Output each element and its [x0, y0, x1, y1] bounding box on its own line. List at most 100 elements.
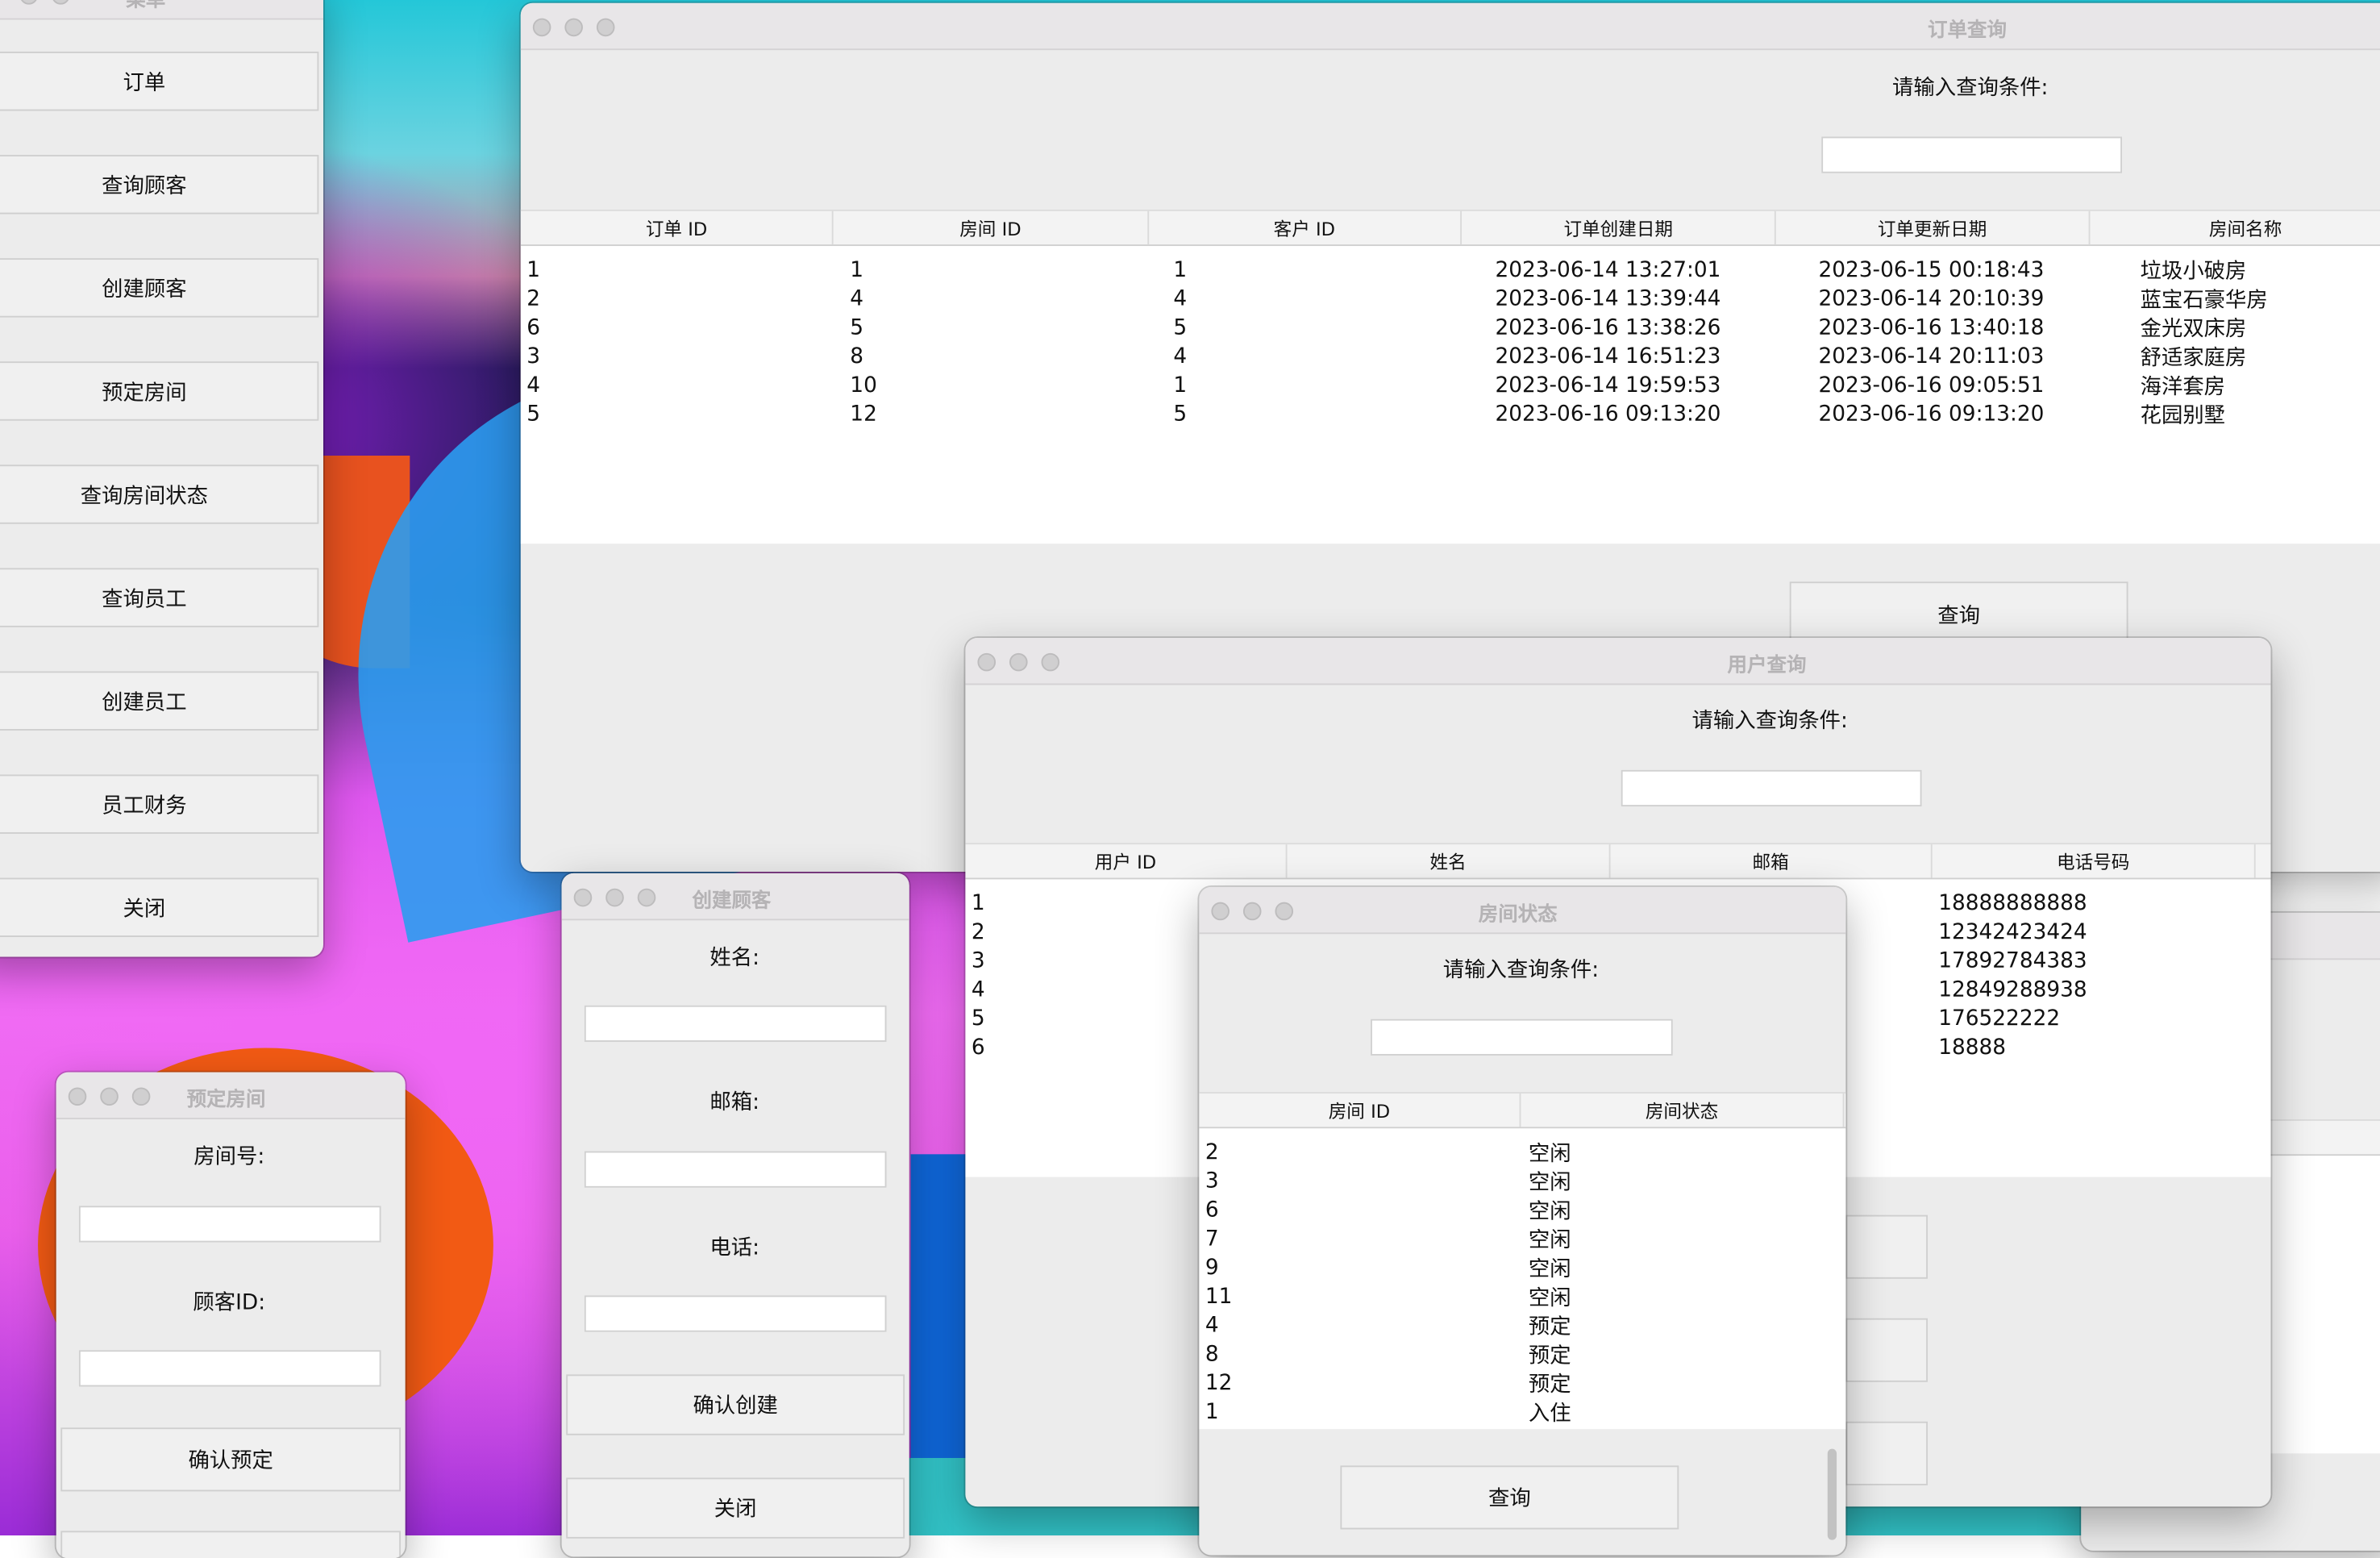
table-header: 房间 ID 房间状态 — [1199, 1092, 1846, 1129]
zoom-window-button[interactable] — [131, 1087, 151, 1106]
email-input[interactable] — [584, 1151, 887, 1188]
table-header: 用户 ID 姓名 邮箱 电话号码 — [965, 843, 2271, 880]
window-title: 预定房间 — [186, 1089, 266, 1112]
window-titlebar: 订单查询 — [520, 2, 2380, 51]
table-header: 订单 ID 房间 ID 客户 ID 订单创建日期 订单更新日期 房间名称 — [520, 209, 2380, 247]
minimize-window-button[interactable] — [100, 1087, 119, 1106]
menu-employee-finance-button[interactable]: 员工财务 — [0, 774, 319, 834]
zoom-window-button[interactable] — [637, 888, 656, 907]
query-prompt: 请输入查询条件: — [1691, 709, 1848, 734]
table-row[interactable]: 5 12 5 2023-06-16 09:13:20 2023-06-16 09:13:… — [521, 400, 2380, 429]
table-row[interactable]: 9 空闲 — [1199, 1253, 1845, 1282]
column-header[interactable]: 订单 ID — [521, 210, 834, 245]
email-label: 邮箱: — [709, 1090, 760, 1115]
window-title: 用户查询 — [1727, 654, 1807, 677]
room-number-input[interactable] — [78, 1206, 381, 1243]
close-window-button[interactable] — [977, 652, 997, 672]
reserve-room-window: 预定房间 房间号: 顾客ID: 确认预定 — [56, 1072, 406, 1558]
table-row[interactable]: 3 8 4 2023-06-14 16:51:23 2023-06-14 20:11:0… — [521, 342, 2380, 371]
room-status-window: 房间状态 请输入查询条件: 房间 ID 房间状态 2 空闲 3 空闲 6 空闲 7 空闲… — [1199, 886, 1846, 1556]
room-number-label: 房间号: — [193, 1145, 265, 1170]
zoom-window-button[interactable] — [1041, 652, 1060, 672]
table-row[interactable]: 3 空闲 — [1199, 1167, 1845, 1196]
window-title: 房间状态 — [1478, 903, 1558, 927]
close-window-button[interactable] — [68, 1087, 87, 1106]
order-table-body: 1 1 1 2023-06-14 13:27:01 2023-06-15 00:18:4… — [520, 246, 2380, 544]
query-prompt: 请输入查询条件: — [1892, 76, 2049, 101]
query-button[interactable]: 查询 — [1340, 1465, 1679, 1530]
menu-orders-button[interactable]: 订单 — [0, 52, 319, 111]
window-title: 订单查询 — [1928, 19, 2007, 43]
close-button[interactable]: 关闭 — [566, 1477, 905, 1539]
menu-room-status-button[interactable]: 查询房间状态 — [0, 464, 319, 524]
search-input[interactable] — [1371, 1019, 1673, 1056]
search-input[interactable] — [1821, 136, 2123, 173]
window-titlebar: 预定房间 — [56, 1072, 406, 1119]
name-input[interactable] — [584, 1005, 887, 1042]
menu-query-employee-button[interactable]: 查询员工 — [0, 568, 319, 627]
minimize-window-button[interactable] — [605, 888, 624, 907]
table-row[interactable]: 4 10 1 2023-06-14 19:59:53 2023-06-16 09:05:… — [521, 371, 2380, 400]
window-titlebar: 用户查询 — [965, 637, 2271, 685]
column-header[interactable]: 客户 ID — [1149, 210, 1463, 245]
query-prompt: 请输入查询条件: — [1442, 958, 1600, 983]
confirm-reserve-button[interactable]: 确认预定 — [60, 1427, 402, 1492]
window-titlebar: 房间状态 — [1199, 886, 1846, 935]
zoom-window-button[interactable] — [1275, 902, 1294, 921]
column-header[interactable]: 电话号码 — [1933, 844, 2256, 878]
table-row[interactable]: 8 预定 — [1199, 1340, 1845, 1369]
menu-reserve-room-button[interactable]: 预定房间 — [0, 361, 319, 421]
minimize-window-button[interactable] — [1242, 902, 1262, 921]
query-button[interactable] — [1845, 1214, 1929, 1279]
close-window-button[interactable] — [532, 18, 551, 37]
table-row[interactable]: 7 空闲 — [1199, 1224, 1845, 1253]
column-header[interactable]: 房间名称 — [2090, 211, 2380, 244]
column-header[interactable]: 订单更新日期 — [1776, 210, 2090, 245]
window-titlebar: 创建顾客 — [561, 873, 909, 921]
menu-create-customer-button[interactable]: 创建顾客 — [0, 258, 319, 318]
create-customer-window: 创建顾客 姓名: 邮箱: 电话: 确认创建 关闭 — [561, 873, 909, 1557]
column-header[interactable]: 邮箱 — [1611, 844, 1933, 878]
table-row[interactable]: 2 4 4 2023-06-14 13:39:44 2023-06-14 20:10:3… — [521, 284, 2380, 313]
customer-id-label: 顾客ID: — [193, 1290, 266, 1315]
table-row[interactable]: 6 空闲 — [1199, 1196, 1845, 1225]
minimize-window-button[interactable] — [564, 18, 583, 37]
phone-input[interactable] — [584, 1295, 887, 1332]
room-status-table-body: 2 空闲 3 空闲 6 空闲 7 空闲 9 空闲 11 空闲 4 预定 8 预定 12 预定 1入… — [1199, 1128, 1846, 1430]
menu-window: 菜单 订单 查询顾客 创建顾客 预定房间 查询房间状态 查询员工 创建员工 员工… — [0, 0, 324, 957]
menu-create-employee-button[interactable]: 创建员工 — [0, 671, 319, 731]
table-row[interactable]: 1 1 1 2023-06-14 13:27:01 2023-06-15 00:18:4… — [521, 255, 2380, 284]
window-title: 菜单 — [126, 0, 166, 13]
table-row[interactable]: 12 预定 — [1199, 1369, 1845, 1398]
zoom-window-button[interactable] — [52, 0, 70, 5]
close-button[interactable] — [1845, 1421, 1929, 1485]
customer-id-input[interactable] — [78, 1350, 381, 1387]
column-header[interactable]: 订单创建日期 — [1462, 210, 1777, 245]
scrollbar[interactable] — [1827, 1448, 1837, 1540]
minimize-window-button[interactable] — [1009, 652, 1028, 672]
table-row[interactable]: 2 空闲 — [1199, 1138, 1845, 1167]
table-row[interactable]: 4 预定 — [1199, 1311, 1845, 1340]
search-input[interactable] — [1621, 769, 1922, 807]
menu-close-button[interactable]: 关闭 — [0, 877, 319, 937]
menu-query-customer-button[interactable]: 查询顾客 — [0, 155, 319, 215]
minimize-window-button[interactable] — [19, 0, 39, 5]
column-header[interactable]: 房间状态 — [1521, 1093, 1845, 1127]
table-row[interactable]: 11 空闲 — [1199, 1282, 1845, 1311]
name-label: 姓名: — [709, 946, 760, 971]
column-header[interactable]: 房间 ID — [1199, 1093, 1521, 1127]
close-button[interactable] — [60, 1531, 402, 1558]
column-header[interactable]: 用户 ID — [965, 844, 1288, 878]
close-window-button[interactable] — [573, 888, 593, 907]
window-title: 创建顾客 — [692, 889, 772, 913]
create-button[interactable] — [1845, 1318, 1929, 1382]
window-titlebar: 菜单 — [0, 0, 324, 20]
table-row[interactable]: 6 5 5 2023-06-16 13:38:26 2023-06-16 13:40:1… — [521, 313, 2380, 342]
zoom-window-button[interactable] — [596, 18, 615, 37]
phone-label: 电话: — [709, 1236, 760, 1261]
close-window-button[interactable] — [1211, 902, 1230, 921]
confirm-create-button[interactable]: 确认创建 — [566, 1374, 905, 1435]
column-header[interactable]: 姓名 — [1288, 844, 1611, 878]
column-header[interactable]: 房间 ID — [834, 210, 1149, 245]
table-row[interactable]: 1 入住 — [1199, 1398, 1845, 1427]
